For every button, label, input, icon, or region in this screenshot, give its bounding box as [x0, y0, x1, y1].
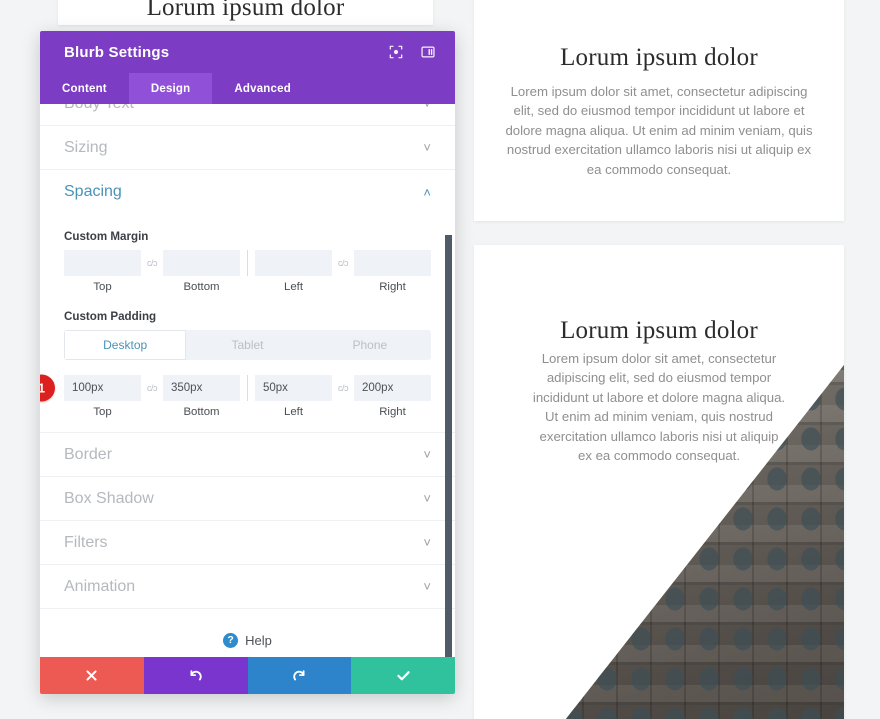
custom-padding-label: Custom Padding [64, 310, 157, 323]
section-sizing[interactable]: Sizing ˅ [40, 126, 455, 170]
padding-right-input[interactable] [354, 375, 431, 401]
link-values-icon[interactable]: c/ɔ [141, 383, 163, 393]
custom-padding-field-labels: Top Bottom Left Right [64, 406, 431, 418]
field-divider [247, 375, 248, 401]
link-values-icon[interactable]: c/ɔ [141, 258, 163, 268]
blurb-card-bottom-right: Lorum ipsum dolor Lorem ipsum dolor sit … [474, 245, 844, 719]
chevron-down-icon: ˅ [423, 447, 431, 462]
redo-button[interactable] [247, 657, 352, 694]
settings-scrollbar[interactable] [444, 104, 453, 657]
section-spacing-label: Spacing [64, 183, 122, 200]
margin-right-input[interactable] [354, 250, 431, 276]
custom-padding-fields: 1 c/ɔ c/ɔ [40, 374, 431, 402]
custom-margin-field-labels: Top Bottom Left Right [64, 281, 431, 293]
chevron-down-icon: ˅ [423, 579, 431, 594]
custom-margin-fields: c/ɔ c/ɔ [64, 250, 431, 276]
layout-panel-icon[interactable] [415, 39, 441, 65]
chevron-down-icon: ˅ [423, 140, 431, 155]
modal-header: Blurb Settings [40, 31, 455, 73]
margin-left-input[interactable] [255, 250, 332, 276]
margin-bottom-input[interactable] [163, 250, 240, 276]
blurb-body: Lorem ipsum dolor sit amet, consectetur … [532, 351, 786, 464]
step-badge-1: 1 [40, 374, 55, 402]
section-animation-label: Animation [64, 577, 136, 595]
margin-left-label: Left [284, 281, 303, 293]
device-tablet-button[interactable]: Tablet [186, 330, 308, 360]
blurb-settings-modal: Blurb Settings Content Design Advanced S… [40, 31, 455, 694]
scrollbar-thumb[interactable] [445, 235, 452, 657]
padding-bottom-input[interactable] [163, 375, 240, 401]
device-toggle: Desktop Tablet Phone [64, 330, 431, 360]
blurb-title: Lorum ipsum dolor [560, 44, 758, 71]
cancel-button[interactable] [40, 657, 144, 694]
padding-right-label: Right [379, 406, 406, 418]
blurb-card-left: Lorum ipsum dolor [58, 0, 433, 25]
tab-design[interactable]: Design [128, 73, 213, 104]
section-animation[interactable]: Animation ˅ [40, 565, 455, 609]
padding-top-input[interactable] [64, 375, 141, 401]
section-body-text[interactable]: Body Text ˅ [40, 104, 455, 126]
margin-right-label: Right [379, 281, 406, 293]
help-link[interactable]: ? Help [40, 609, 455, 657]
padding-top-label: Top [93, 406, 112, 418]
blurb-title: Lorum ipsum dolor [146, 0, 345, 21]
section-box-shadow-label: Box Shadow [64, 489, 154, 507]
link-values-icon[interactable]: c/ɔ [332, 383, 354, 393]
chevron-down-icon: ˅ [423, 491, 431, 506]
blurb-title: Lorum ipsum dolor [560, 317, 758, 344]
tab-advanced[interactable]: Advanced [212, 73, 313, 104]
chevron-down-icon: ˅ [423, 535, 431, 550]
custom-margin-label: Custom Margin [64, 230, 149, 243]
section-filters[interactable]: Filters ˅ [40, 521, 455, 565]
focus-target-icon[interactable] [383, 39, 409, 65]
spacing-section-body: Custom Margin c/ɔ c/ɔ Top Bottom Left Ri… [40, 214, 455, 433]
modal-title: Blurb Settings [64, 43, 170, 61]
blurb-card-top-right: Lorum ipsum dolor Lorem ipsum dolor sit … [474, 0, 844, 221]
padding-left-input[interactable] [255, 375, 332, 401]
section-border-label: Border [64, 445, 113, 463]
section-spacing[interactable]: Spacing ˄ [40, 170, 455, 214]
blurb-body: Lorem ipsum dolor sit amet, consectetur … [505, 84, 813, 177]
help-label: Help [245, 632, 272, 648]
section-border[interactable]: Border ˅ [40, 433, 455, 477]
help-icon: ? [223, 632, 239, 648]
field-divider [247, 250, 248, 276]
chevron-up-icon: ˄ [423, 184, 431, 200]
tab-content[interactable]: Content [40, 73, 129, 104]
margin-bottom-label: Bottom [183, 281, 220, 293]
section-body-text-label: Body Text [64, 104, 423, 113]
margin-top-input[interactable] [64, 250, 141, 276]
app-canvas: Lorum ipsum dolor Lorum ipsum dolor Lore… [0, 0, 880, 719]
device-desktop-button[interactable]: Desktop [64, 330, 187, 360]
section-sizing-label: Sizing [64, 138, 108, 156]
modal-tab-bar: Content Design Advanced [40, 73, 455, 104]
device-phone-button[interactable]: Phone [309, 330, 431, 360]
margin-top-label: Top [93, 281, 112, 293]
section-box-shadow[interactable]: Box Shadow ˅ [40, 477, 455, 521]
section-filters-label: Filters [64, 533, 108, 551]
link-values-icon[interactable]: c/ɔ [332, 258, 354, 268]
chevron-down-icon: ˅ [423, 104, 431, 110]
modal-footer [40, 657, 455, 694]
padding-bottom-label: Bottom [183, 406, 220, 418]
save-button[interactable] [351, 657, 455, 694]
settings-scroll-area: Body Text ˅ Sizing ˅ Spacing ˄ Custom Ma… [40, 104, 455, 657]
undo-button[interactable] [143, 657, 248, 694]
padding-left-label: Left [284, 406, 303, 418]
